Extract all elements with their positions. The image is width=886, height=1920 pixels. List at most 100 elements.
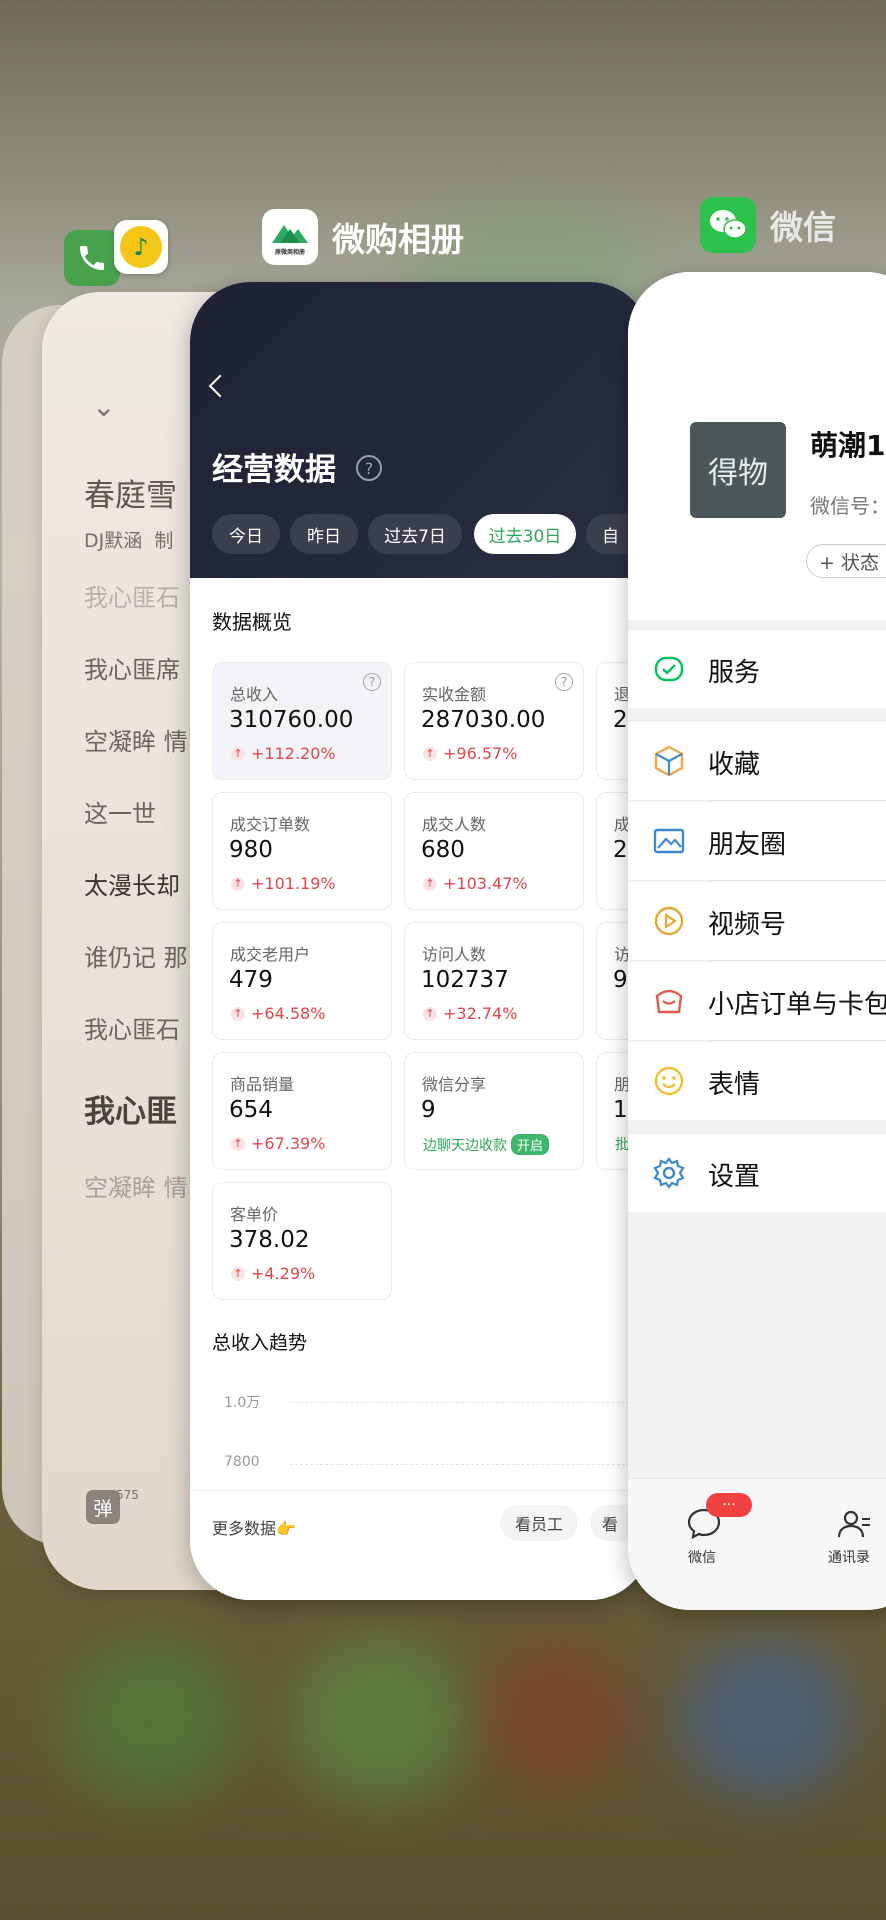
collapse-chevron-icon[interactable]: ⌄	[92, 390, 115, 423]
metric-value: 2	[613, 707, 628, 733]
data-header: 经营数据 ? 今日 昨日 过去7日 过去30日 自	[190, 282, 650, 578]
share-promo[interactable]: 边聊天边收款 开启	[423, 1134, 550, 1155]
metric-wechat-share[interactable]: 微信分享 9 边聊天边收款 开启	[404, 1052, 584, 1170]
dock-blur-app-2	[290, 1640, 470, 1800]
song-meta: DJ默涵 制	[84, 526, 173, 553]
lyric-line: 我心匪石	[84, 1016, 180, 1044]
menu-item-service[interactable]: 服务	[628, 630, 886, 708]
sticker-icon	[654, 1066, 684, 1096]
page-title: 经营数据	[212, 452, 336, 488]
metric-change: ↑ +67.39%	[231, 1134, 325, 1153]
metric-change-value: +101.19%	[251, 874, 336, 893]
wechat-app-header[interactable]: 微信	[700, 197, 836, 253]
bottom-nav: ··· 微信 通讯录	[628, 1478, 886, 1610]
metric-value: 287030.00	[421, 707, 546, 733]
metric-value: 2	[613, 837, 628, 863]
metric-buyers[interactable]: 成交人数 680 ↑ +103.47%	[404, 792, 584, 910]
metric-value: 9	[613, 967, 628, 993]
wechat-app-card[interactable]: 得物 萌潮1 微信号： + 状态 服务 收藏 朋友圈 视频号 小店订单与卡包 表…	[628, 272, 886, 1610]
nav-chats[interactable]: ··· 微信	[668, 1493, 752, 1575]
trend-gridline	[290, 1402, 650, 1403]
unread-badge: ···	[706, 1493, 752, 1517]
metric-value: 378.02	[229, 1227, 310, 1253]
metric-product-sales[interactable]: 商品销量 654 ↑ +67.39%	[212, 1052, 392, 1170]
nav-contacts[interactable]: 通讯录	[816, 1495, 886, 1575]
tab-today[interactable]: 今日	[212, 514, 280, 554]
menu-item-shop-orders[interactable]: 小店订单与卡包	[628, 962, 886, 1040]
lyric-line: 谁仍记 那	[84, 944, 188, 972]
metric-label: 客单价	[230, 1205, 279, 1224]
wechat-logo-icon	[710, 210, 747, 239]
menu-item-moments[interactable]: 朋友圈	[628, 802, 886, 880]
nav-label: 通讯录	[828, 1550, 870, 1566]
metric-label: 成交人数	[422, 815, 487, 834]
menu-label: 设置	[708, 1162, 761, 1192]
menu-label: 朋友圈	[708, 830, 787, 860]
menu-label: 收藏	[708, 750, 761, 780]
back-arrow-icon[interactable]	[208, 374, 232, 398]
menu-item-favorites[interactable]: 收藏	[628, 722, 886, 800]
nav-label: 微信	[688, 1550, 716, 1566]
dock-blur-app-4	[680, 1640, 850, 1800]
menu-label: 小店订单与卡包	[708, 990, 886, 1020]
album-app-header[interactable]: 原微商相册 微购相册	[262, 209, 464, 265]
metric-visitors[interactable]: 访问人数 102737 ↑ +32.74%	[404, 922, 584, 1040]
menu-item-settings[interactable]: 设置	[628, 1134, 886, 1212]
menu-item-stickers[interactable]: 表情	[628, 1042, 886, 1120]
divider	[708, 880, 886, 881]
up-arrow-icon: ↑	[423, 1006, 437, 1021]
qq-music-icon[interactable]: ♪	[114, 220, 168, 274]
danmu-button[interactable]: 弹	[86, 1490, 120, 1524]
wechat-app-icon	[700, 197, 756, 253]
metric-returning-users[interactable]: 成交老用户 479 ↑ +64.58%	[212, 922, 392, 1040]
tab-yesterday[interactable]: 昨日	[290, 514, 358, 554]
help-icon[interactable]: ?	[363, 673, 381, 691]
metric-change: ↑ +64.58%	[231, 1004, 325, 1023]
overview-title: 数据概览	[212, 610, 292, 634]
trend-gridline	[290, 1464, 650, 1465]
wechat-id-label: 微信号：	[810, 494, 886, 518]
tab-last-7-days[interactable]: 过去7日	[368, 514, 462, 554]
credit-text: 制	[154, 530, 174, 552]
up-arrow-icon: ↑	[231, 1266, 245, 1281]
album-data-card[interactable]: 经营数据 ? 今日 昨日 过去7日 过去30日 自 数据概览 总收入 ? 310…	[190, 282, 650, 1600]
metric-actual-received[interactable]: 实收金额 ? 287030.00 ↑ +96.57%	[404, 662, 584, 780]
metric-change-value: +32.74%	[443, 1004, 518, 1023]
metric-label: 成交老用户	[230, 945, 311, 964]
metric-value: 1	[613, 1097, 628, 1123]
metric-avg-order-value[interactable]: 客单价 378.02 ↑ +4.29%	[212, 1182, 392, 1300]
metric-change-value: +4.29%	[251, 1264, 316, 1283]
tab-last-30-days[interactable]: 过去30日	[474, 514, 576, 554]
menu-item-channels[interactable]: 视频号	[628, 882, 886, 960]
status-button[interactable]: + 状态	[806, 544, 886, 578]
profile-name: 萌潮1	[810, 429, 886, 462]
divider	[708, 960, 886, 961]
share-note: 边聊天边收款	[423, 1137, 507, 1154]
music-note-icon: ♪	[120, 226, 162, 268]
dock-blur-app-1	[60, 1640, 240, 1800]
phone-app-icon[interactable]	[64, 230, 120, 286]
metric-label: 实收金额	[422, 685, 487, 704]
metric-change-value: +112.20%	[251, 744, 336, 763]
trend-tick-label: 1.0万	[224, 1395, 261, 1411]
help-icon[interactable]: ?	[555, 673, 573, 691]
divider	[708, 800, 886, 801]
data-footer: 更多数据👉 看员工 看	[190, 1490, 650, 1600]
metric-change: ↑ +112.20%	[231, 744, 336, 763]
menu-label: 表情	[708, 1070, 761, 1100]
lyric-line: 这一世	[84, 800, 156, 828]
avatar[interactable]: 得物	[690, 422, 786, 518]
enable-badge[interactable]: 开启	[511, 1134, 550, 1155]
metric-total-revenue[interactable]: 总收入 ? 310760.00 ↑ +112.20%	[212, 662, 392, 780]
up-arrow-icon: ↑	[231, 876, 245, 891]
view-staff-button[interactable]: 看员工	[500, 1505, 578, 1541]
album-app-name: 微购相册	[332, 220, 464, 259]
settings-icon	[653, 1157, 685, 1189]
contacts-icon	[837, 1510, 870, 1538]
more-data-link[interactable]: 更多数据👉	[212, 1515, 296, 1539]
lyric-line: 空凝眸 情	[84, 1174, 188, 1202]
metric-orders[interactable]: 成交订单数 980 ↑ +101.19%	[212, 792, 392, 910]
metric-change-value: +64.58%	[251, 1004, 326, 1023]
help-icon[interactable]: ?	[356, 455, 382, 481]
more-data-label: 更多数据	[212, 1519, 277, 1538]
